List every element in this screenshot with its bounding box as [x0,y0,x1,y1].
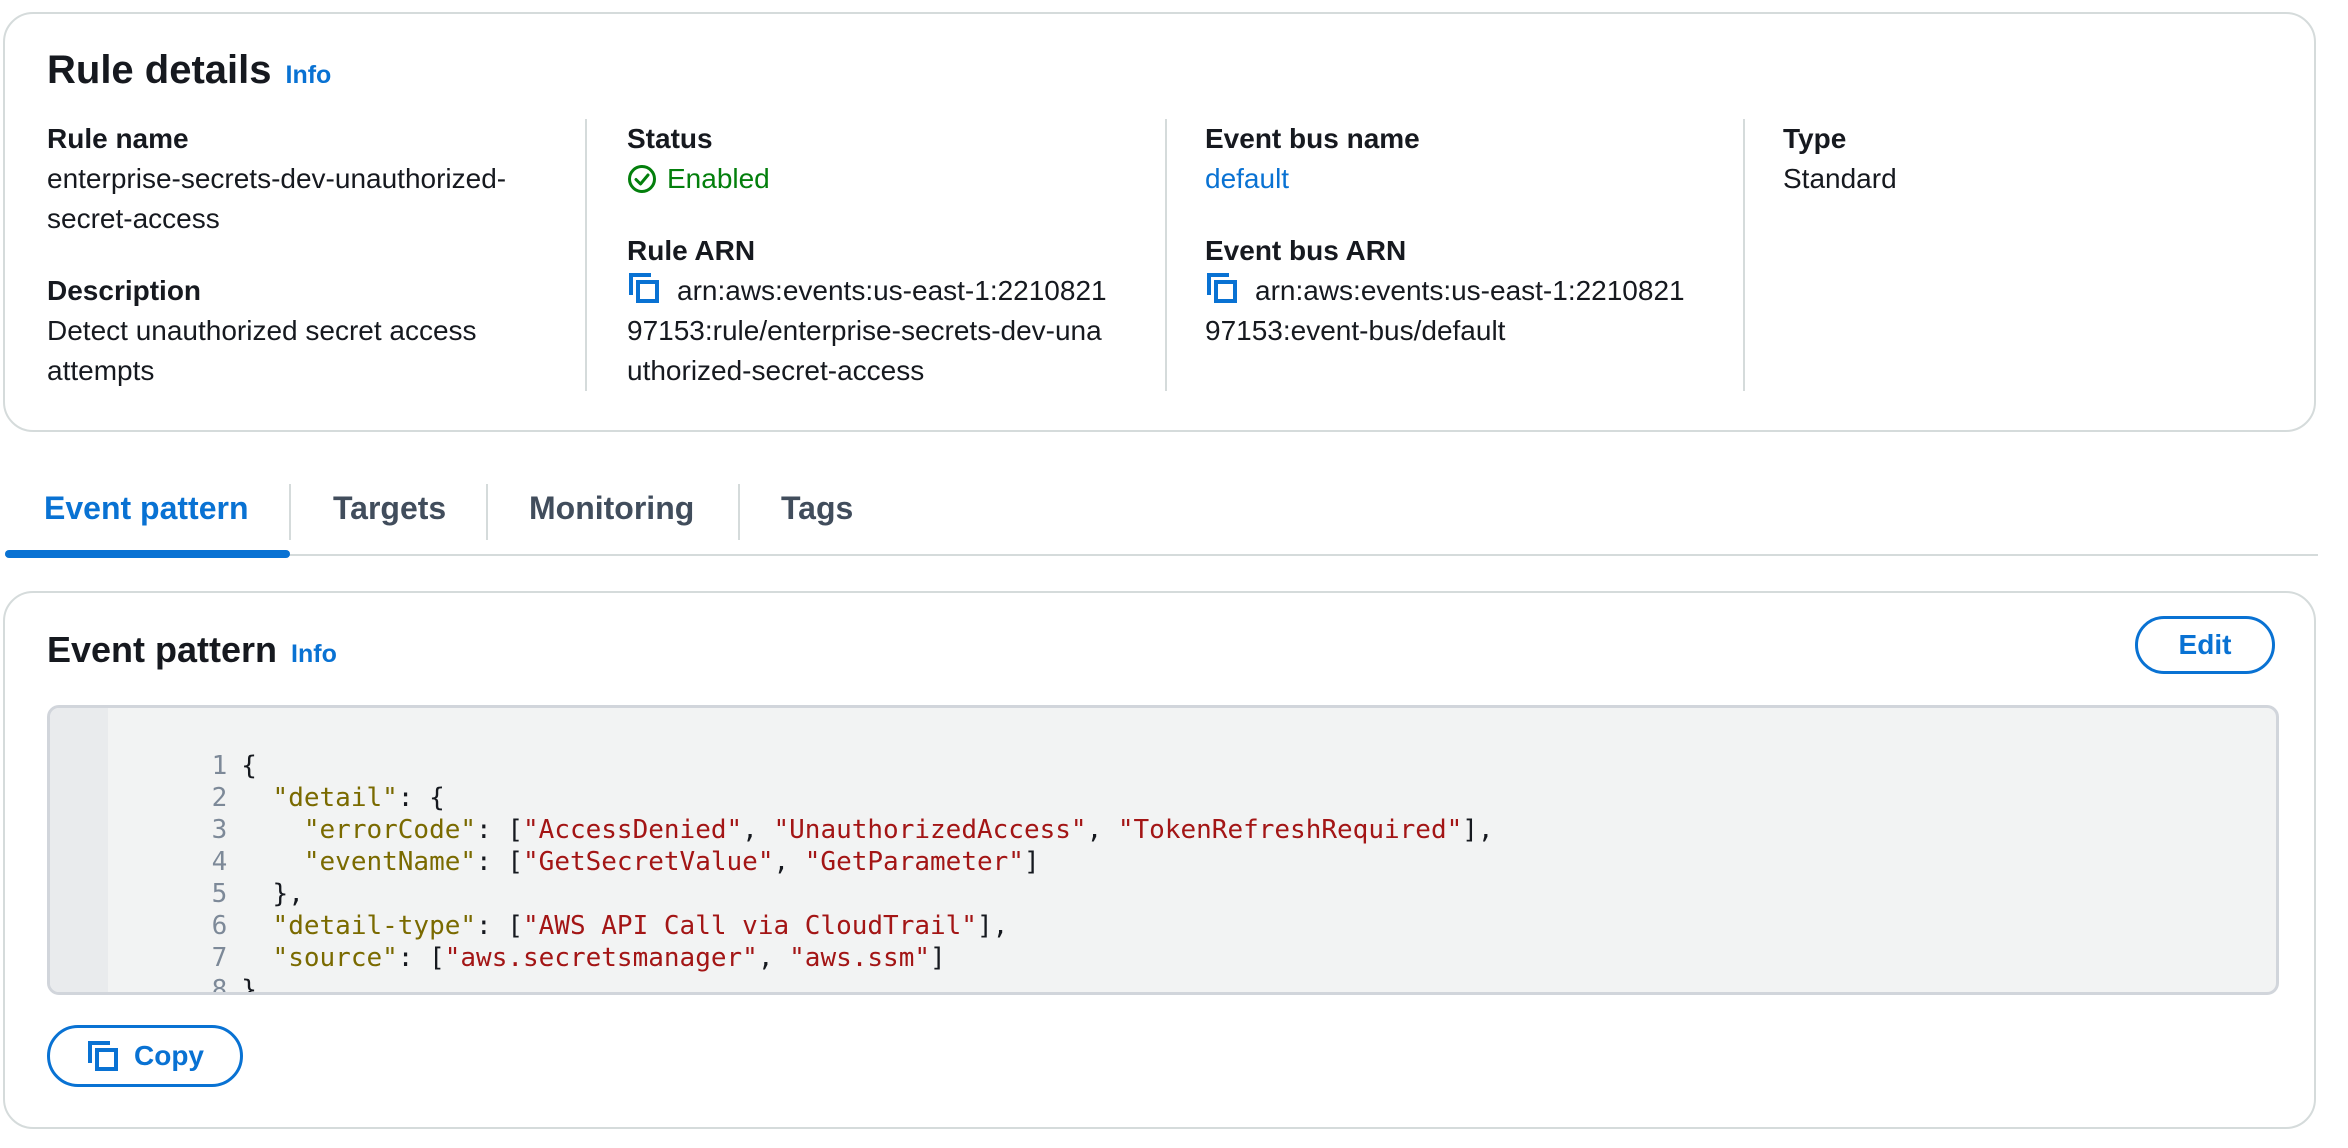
copy-button-label: Copy [134,1040,204,1071]
edit-button[interactable]: Edit [2135,616,2275,674]
code-line: 6 "detail-type": ["AWS API Call via Clou… [50,878,1009,941]
tabs-baseline [5,554,2318,556]
code-line: 4 "eventName": ["GetSecretValue", "GetPa… [50,814,1040,877]
rule-arn-value: arn:aws:events:us-east-1:2210821 97153:r… [627,271,1167,391]
event-bus-name-label: Event bus name [1205,123,1420,154]
json-key: "source" [272,943,398,973]
json-key: "eventName" [303,847,477,877]
json-string: "GetParameter" [804,847,1024,877]
code-line: 3 "errorCode": ["AccessDenied", "Unautho… [50,782,1494,845]
line-number: 8 [211,975,228,995]
status-value: Enabled [667,163,770,194]
rule-arn-line1: arn:aws:events:us-east-1:2210821 [677,275,1107,306]
event-pattern-title: Event pattern [47,629,278,670]
active-tab-indicator [5,550,290,558]
event-bus-arn-line2: 97153:event-bus/default [1205,315,1506,346]
tab-event-pattern[interactable]: Event pattern [44,490,248,527]
rule-details-title: Rule details [47,48,272,92]
json-string: "aws.ssm" [789,943,931,973]
tab-divider [738,484,740,540]
event-pattern-heading: Event pattern Info [47,629,337,671]
code-token: } [241,975,257,995]
type-value: Standard [1783,163,1897,194]
description-value-line2: attempts [47,355,155,386]
event-pattern-panel: Event pattern Info Edit 1{ 2 "detail": {… [3,591,2316,1129]
rule-arn-label: Rule ARN [627,235,756,266]
rule-details-col-3: Event bus name default Event bus ARN arn… [1205,119,1745,383]
column-divider [1743,119,1745,391]
tab-tags[interactable]: Tags [781,490,853,527]
rule-details-col-2: Status Enabled Rule ARN arn:aws:events:u… [627,119,1167,423]
status-label: Status [627,123,713,154]
rule-arn-line2: 97153:rule/enterprise-secrets-dev-una [627,315,1102,346]
rule-details-info-link[interactable]: Info [286,61,332,90]
tab-targets[interactable]: Targets [333,490,446,527]
rule-name-value-line2: secret-access [47,203,220,234]
rule-name-label: Rule name [47,123,189,154]
event-bus-arn-line1: arn:aws:events:us-east-1:2210821 [1255,275,1685,306]
tab-divider [486,484,488,540]
event-bus-name-link[interactable]: default [1205,159,1745,199]
description-value-line1: Detect unauthorized secret access [47,315,477,346]
copy-button[interactable]: Copy [47,1025,243,1087]
event-pattern-info-link[interactable]: Info [291,640,337,669]
rule-details-col-4: Type Standard [1783,119,2263,231]
rule-arn-line3: uthorized-secret-access [627,355,925,386]
event-pattern-code-editor[interactable]: 1{ 2 "detail": { 3 "errorCode": ["Access… [47,705,2279,995]
copy-icon[interactable] [1205,271,1239,305]
check-circle-icon [628,165,656,193]
code-line: 7 "source": ["aws.secretsmanager", "aws.… [50,910,946,973]
copy-icon [88,1041,118,1071]
json-string: "aws.secretsmanager" [444,943,758,973]
description-label: Description [47,275,202,306]
code-line: 5 }, [50,846,304,909]
tab-divider [289,484,291,540]
json-string: "GetSecretValue" [523,847,774,877]
tab-monitoring[interactable]: Monitoring [529,490,694,527]
event-bus-arn-value: arn:aws:events:us-east-1:2210821 97153:e… [1205,271,1745,351]
type-label: Type [1783,123,1847,154]
code-line: 8} [50,942,257,992]
rule-details-col-1: Rule name enterprise-secrets-dev-unautho… [47,119,567,423]
rule-name-value-line1: enterprise-secrets-dev-unauthorized- [47,163,507,194]
eventbridge-rule-page: Rule details Info Rule name enterprise-s… [0,0,2348,1148]
rule-tabs: Event pattern Targets Monitoring Tags [0,478,2318,558]
event-bus-arn-label: Event bus ARN [1205,235,1407,266]
code-line: 2 "detail": { [50,750,445,813]
json-string: "TokenRefreshRequired" [1117,815,1463,845]
column-divider [1165,119,1167,391]
rule-details-heading: Rule details Info [47,48,331,93]
copy-icon[interactable] [627,271,661,305]
column-divider [585,119,587,391]
rule-details-panel: Rule details Info Rule name enterprise-s… [3,12,2316,432]
code-line: 1{ [50,718,257,781]
status-badge: Enabled [627,159,1167,199]
